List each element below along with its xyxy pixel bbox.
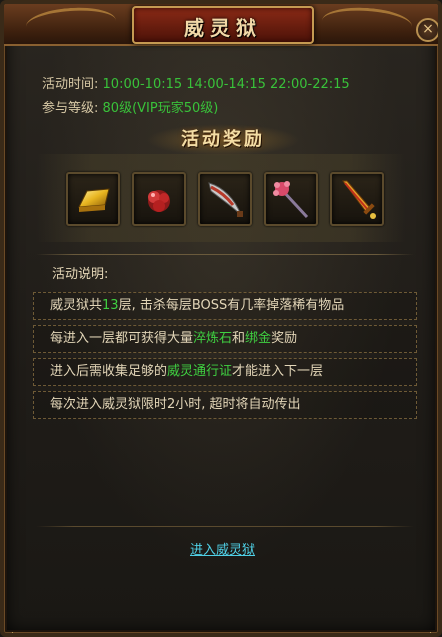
line3-text-a: 进入后需收集足够的 [50,364,168,379]
reward-title: 活动奖励 [181,129,265,150]
event-time-label: 活动时间: [42,77,99,92]
line3-highlight: 威灵通行证 [167,364,233,379]
line2-text-a: 每进入一层都可获得大量 [50,331,194,346]
title-plate: 威灵狱 [132,6,314,44]
reward-slot-3[interactable] [198,172,252,226]
window-title: 威灵狱 [184,16,262,40]
title-bar: 威灵狱 × [4,4,438,46]
description-line-4: 每次进入威灵狱限时2小时, 超时将自动传出 [33,391,417,419]
line1-highlight: 13 [102,298,119,313]
corner-ornament-bottom-left-icon [12,632,19,633]
red-gem-icon [148,190,170,212]
dragon-ornament-left-icon [25,4,117,43]
line2-highlight-2: 绑金 [245,331,272,346]
reward-title-banner: 活动奖励 [146,124,300,156]
line2-text-e: 奖励 [271,331,298,346]
line2-text-c: 和 [232,331,246,346]
description-line-3: 进入后需收集足够的威灵通行证才能进入下一层 [33,358,417,386]
line2-highlight-1: 淬炼石 [193,331,233,346]
reward-slot-5[interactable] [330,172,384,226]
level-row: 参与等级: 80级(VIP玩家50级) [42,97,218,116]
divider [36,254,414,255]
reward-slot-2[interactable] [132,172,186,226]
event-time-value: 10:00-10:15 14:00-14:15 22:00-22:15 [102,77,350,92]
line3-text-c: 才能进入下一层 [232,364,324,379]
gold-bar-icon [78,188,110,212]
description-label: 活动说明: [52,267,109,282]
level-value: 80级(VIP玩家50级) [102,101,219,116]
sword-weapon-icon [342,180,376,219]
line1-text-c: 层, 击杀每层BOSS有几率掉落稀有物品 [118,298,345,313]
reward-slot-1[interactable] [66,172,120,226]
event-panel: 威灵狱 × 活动时间: 10:00-10:15 14:00-14:15 22:0… [0,0,442,637]
corner-ornament-bottom-right-icon [424,632,431,633]
event-time-row: 活动时间: 10:00-10:15 14:00-14:15 22:00-22:1… [42,73,350,92]
blade-weapon-icon [208,182,243,217]
staff-weapon-icon [273,181,309,219]
line4-text: 每次进入威灵狱限时2小时, 超时将自动传出 [50,397,301,412]
dragon-ornament-right-icon [321,4,413,43]
reward-slot-4[interactable] [264,172,318,226]
line1-text-a: 威灵狱共 [50,298,103,313]
bottom-divider [36,526,414,527]
close-button[interactable]: × [416,18,438,42]
description-line-1: 威灵狱共13层, 击杀每层BOSS有几率掉落稀有物品 [33,292,417,320]
enter-dungeon-link[interactable]: 进入威灵狱 [190,539,255,558]
description-line-2: 每进入一层都可获得大量淬炼石和绑金奖励 [33,325,417,353]
level-label: 参与等级: [42,101,99,116]
